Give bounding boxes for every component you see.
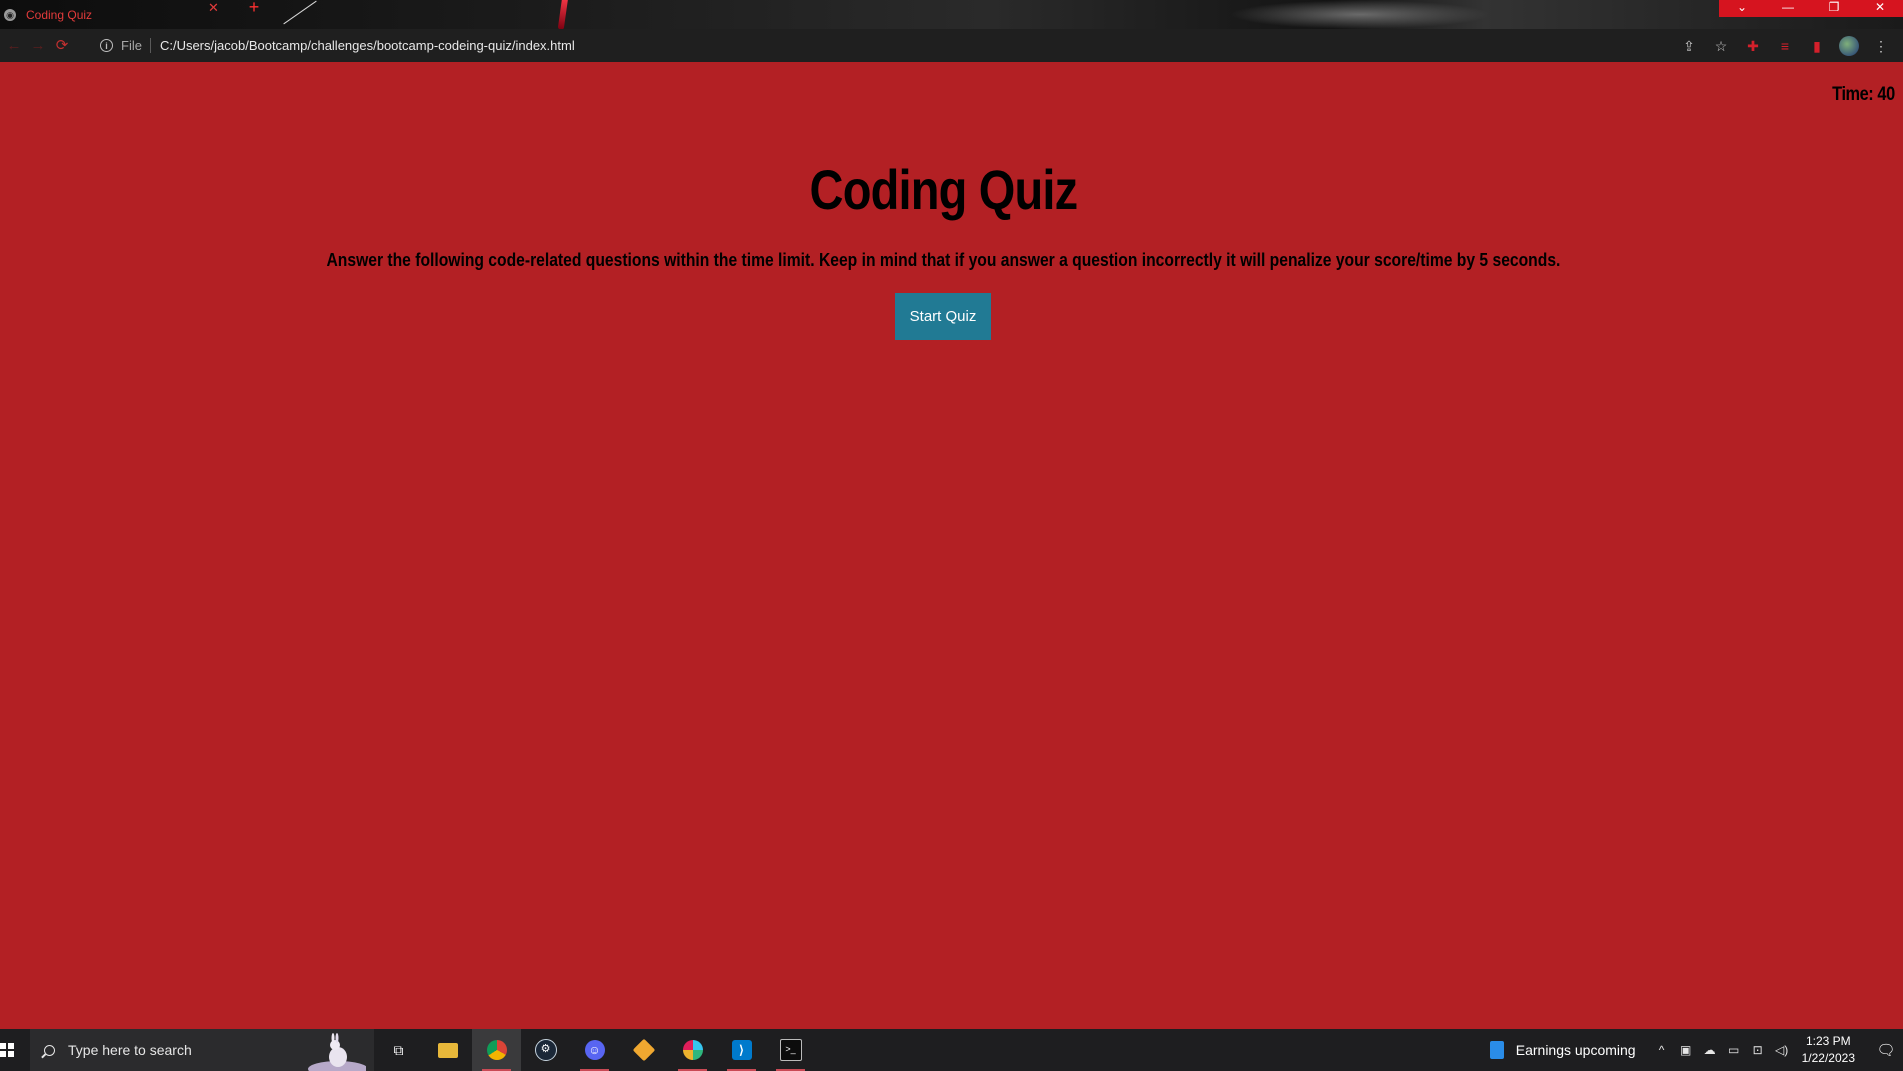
notifications-icon[interactable]: 🗨	[1869, 1041, 1903, 1059]
bookmark-star-icon[interactable]: ☆	[1705, 34, 1737, 58]
task-view-icon: ⧉	[393, 1042, 404, 1058]
taskbar: Type here to search ⧉ ⚙ ☺ ⟩ >_ Earnings …	[0, 1029, 1903, 1071]
wallpaper-decoration	[1230, 0, 1490, 29]
start-quiz-button[interactable]: Start Quiz	[895, 293, 991, 340]
meet-now-icon[interactable]: ▣	[1674, 1043, 1698, 1057]
timer-display: Time: 40	[1832, 84, 1895, 105]
reading-list-icon[interactable]: ≡	[1769, 34, 1801, 58]
chrome-icon	[486, 1040, 507, 1060]
scheme-label: File	[121, 38, 151, 53]
steam-icon: ⚙	[534, 1039, 557, 1061]
forward-button[interactable]: →	[26, 34, 50, 58]
new-tab-button[interactable]: +	[245, 0, 263, 18]
share-icon[interactable]: ⇪	[1673, 34, 1705, 58]
terminal-button[interactable]: >_	[766, 1029, 815, 1071]
widget-text: Earnings upcoming	[1515, 1042, 1636, 1058]
chrome-button[interactable]	[472, 1029, 521, 1071]
window-controls: ⌄ — ❐ ✕	[1719, 0, 1903, 17]
restore-button[interactable]: ❐	[1811, 0, 1857, 17]
screen: ◉ Coding Quiz ✕ + ⌄ — ❐ ✕ ← → ⟳ i File C…	[0, 0, 1903, 1071]
slack-icon	[682, 1040, 703, 1060]
info-icon[interactable]: i	[100, 39, 113, 52]
side-panel-icon[interactable]: ▮	[1801, 34, 1833, 58]
git-button[interactable]	[619, 1029, 668, 1071]
file-explorer-button[interactable]	[423, 1029, 472, 1071]
news-widget[interactable]: Earnings upcoming	[1489, 1041, 1636, 1059]
system-tray: Earnings upcoming ^ ▣ ☁ ▭ ⊡ ◁) 1:23 PM 1…	[1489, 1029, 1903, 1071]
network-icon[interactable]: ⊡	[1746, 1043, 1770, 1057]
tab-search-button[interactable]: ⌄	[1719, 0, 1765, 17]
address-bar[interactable]: i File C:/Users/jacob/Bootcamp/challenge…	[94, 33, 1794, 59]
file-explorer-icon	[437, 1042, 458, 1058]
wallpaper-decoration	[557, 0, 569, 29]
taskbar-search[interactable]: Type here to search	[30, 1029, 374, 1071]
start-button[interactable]	[0, 1029, 30, 1071]
clock-date: 1/22/2023	[1801, 1051, 1855, 1065]
browser-toolbar: ← → ⟳ i File C:/Users/jacob/Bootcamp/cha…	[0, 29, 1903, 62]
tab-title: Coding Quiz	[26, 7, 93, 22]
url-text[interactable]: C:/Users/jacob/Bootcamp/challenges/bootc…	[160, 38, 575, 53]
tab-close-button[interactable]: ✕	[208, 0, 219, 15]
globe-icon: ◉	[4, 8, 16, 21]
windows-logo-icon	[0, 1043, 14, 1057]
wallpaper-decoration	[283, 0, 317, 25]
back-button[interactable]: ←	[2, 34, 26, 58]
quiz-instructions: Answer the following code-related questi…	[326, 250, 1561, 270]
task-view-button[interactable]: ⧉	[374, 1029, 423, 1071]
extensions-icon[interactable]: ✚	[1737, 34, 1769, 58]
stocks-icon	[1489, 1041, 1504, 1059]
vscode-button[interactable]: ⟩	[717, 1029, 766, 1071]
minimize-button[interactable]: —	[1765, 0, 1811, 17]
browser-tab-strip: ◉ Coding Quiz ✕ + ⌄ — ❐ ✕	[0, 0, 1903, 29]
discord-icon: ☺	[584, 1040, 605, 1060]
onedrive-icon[interactable]: ☁	[1698, 1043, 1722, 1057]
git-icon	[632, 1038, 655, 1062]
terminal-icon: >_	[779, 1039, 802, 1061]
clock-time: 1:23 PM	[1805, 1034, 1851, 1048]
vscode-icon: ⟩	[731, 1040, 752, 1060]
discord-button[interactable]: ☺	[570, 1029, 619, 1071]
steam-button[interactable]: ⚙	[521, 1029, 570, 1071]
search-highlight-art	[308, 1033, 366, 1071]
close-window-button[interactable]: ✕	[1857, 0, 1903, 17]
volume-icon[interactable]: ◁)	[1770, 1043, 1794, 1057]
profile-avatar[interactable]	[1839, 35, 1859, 56]
battery-icon[interactable]: ▭	[1722, 1043, 1746, 1057]
menu-icon[interactable]: ⋮	[1865, 34, 1897, 58]
page-content: Time: 40 Coding Quiz Answer the followin…	[0, 62, 1903, 1029]
slack-button[interactable]	[668, 1029, 717, 1071]
reload-button[interactable]: ⟳	[50, 34, 74, 58]
clock[interactable]: 1:23 PM 1/22/2023	[1802, 1033, 1855, 1067]
toolbar-actions: ⇪ ☆ ✚ ≡ ▮ ⋮	[1673, 29, 1897, 62]
browser-tab[interactable]: ◉ Coding Quiz ✕	[0, 0, 232, 29]
page-title: Coding Quiz	[809, 158, 1079, 221]
search-placeholder: Type here to search	[68, 1042, 192, 1058]
search-icon	[44, 1044, 55, 1056]
chevron-up-icon[interactable]: ^	[1650, 1043, 1674, 1057]
